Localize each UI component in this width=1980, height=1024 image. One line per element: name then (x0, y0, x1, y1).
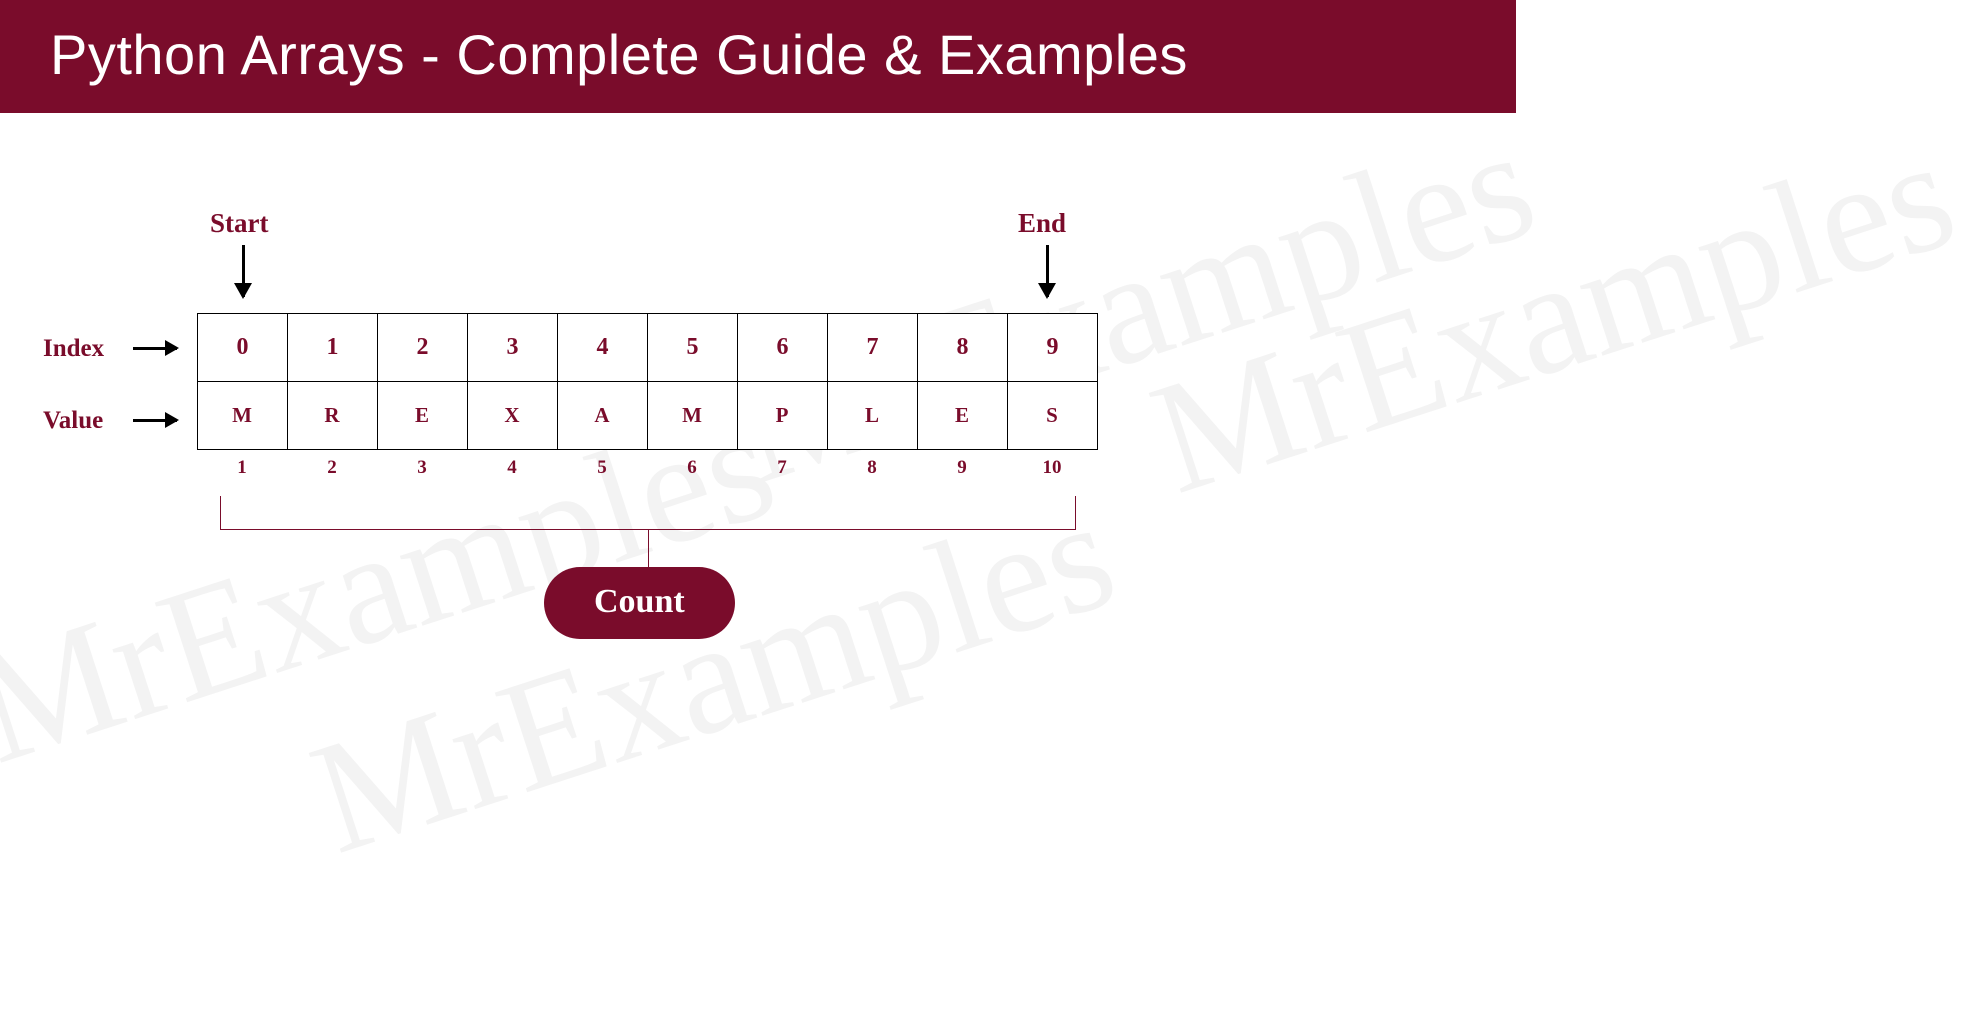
diagram-area: MrExamples MrExamples MrExamples MrExamp… (0, 113, 1516, 793)
page-title: Python Arrays - Complete Guide & Example… (50, 23, 1188, 86)
value-row-label: Value (43, 407, 103, 435)
value-cell: A (558, 382, 648, 450)
count-cell: 3 (377, 457, 467, 479)
index-cell: 4 (558, 314, 648, 382)
watermark: MrExamples (1132, 100, 1975, 531)
index-cell: 5 (648, 314, 738, 382)
value-row: M R E X A M P L E S (198, 382, 1098, 450)
arrow-down-icon (242, 245, 245, 297)
index-row: 0 1 2 3 4 5 6 7 8 9 (198, 314, 1098, 382)
value-cell: L (828, 382, 918, 450)
count-cell: 8 (827, 457, 917, 479)
value-cell: M (198, 382, 288, 450)
end-label: End (1018, 208, 1066, 239)
count-cell: 4 (467, 457, 557, 479)
value-cell: X (468, 382, 558, 450)
count-cell: 7 (737, 457, 827, 479)
index-cell: 8 (918, 314, 1008, 382)
index-cell: 2 (378, 314, 468, 382)
arrow-down-icon (1046, 245, 1049, 297)
index-cell: 1 (288, 314, 378, 382)
start-label: Start (210, 208, 268, 239)
count-pill: Count (544, 567, 735, 639)
array-table: 0 1 2 3 4 5 6 7 8 9 M R E X A M P L E S (197, 313, 1098, 450)
index-cell: 0 (198, 314, 288, 382)
value-cell: R (288, 382, 378, 450)
index-row-label: Index (43, 335, 104, 363)
count-cell: 1 (197, 457, 287, 479)
arrow-right-icon (133, 347, 177, 350)
count-cell: 9 (917, 457, 1007, 479)
count-bracket (220, 496, 1076, 530)
index-cell: 6 (738, 314, 828, 382)
index-cell: 7 (828, 314, 918, 382)
count-cell: 2 (287, 457, 377, 479)
value-cell: E (378, 382, 468, 450)
value-cell: E (918, 382, 1008, 450)
value-cell: M (648, 382, 738, 450)
value-cell: S (1008, 382, 1098, 450)
arrow-right-icon (133, 419, 177, 422)
count-cell: 6 (647, 457, 737, 479)
count-bracket-stem (648, 530, 649, 570)
index-cell: 3 (468, 314, 558, 382)
count-cell: 5 (557, 457, 647, 479)
index-cell: 9 (1008, 314, 1098, 382)
value-cell: P (738, 382, 828, 450)
page-header: Python Arrays - Complete Guide & Example… (0, 0, 1516, 113)
count-cell: 10 (1007, 457, 1097, 479)
count-row: 1 2 3 4 5 6 7 8 9 10 (197, 457, 1097, 479)
